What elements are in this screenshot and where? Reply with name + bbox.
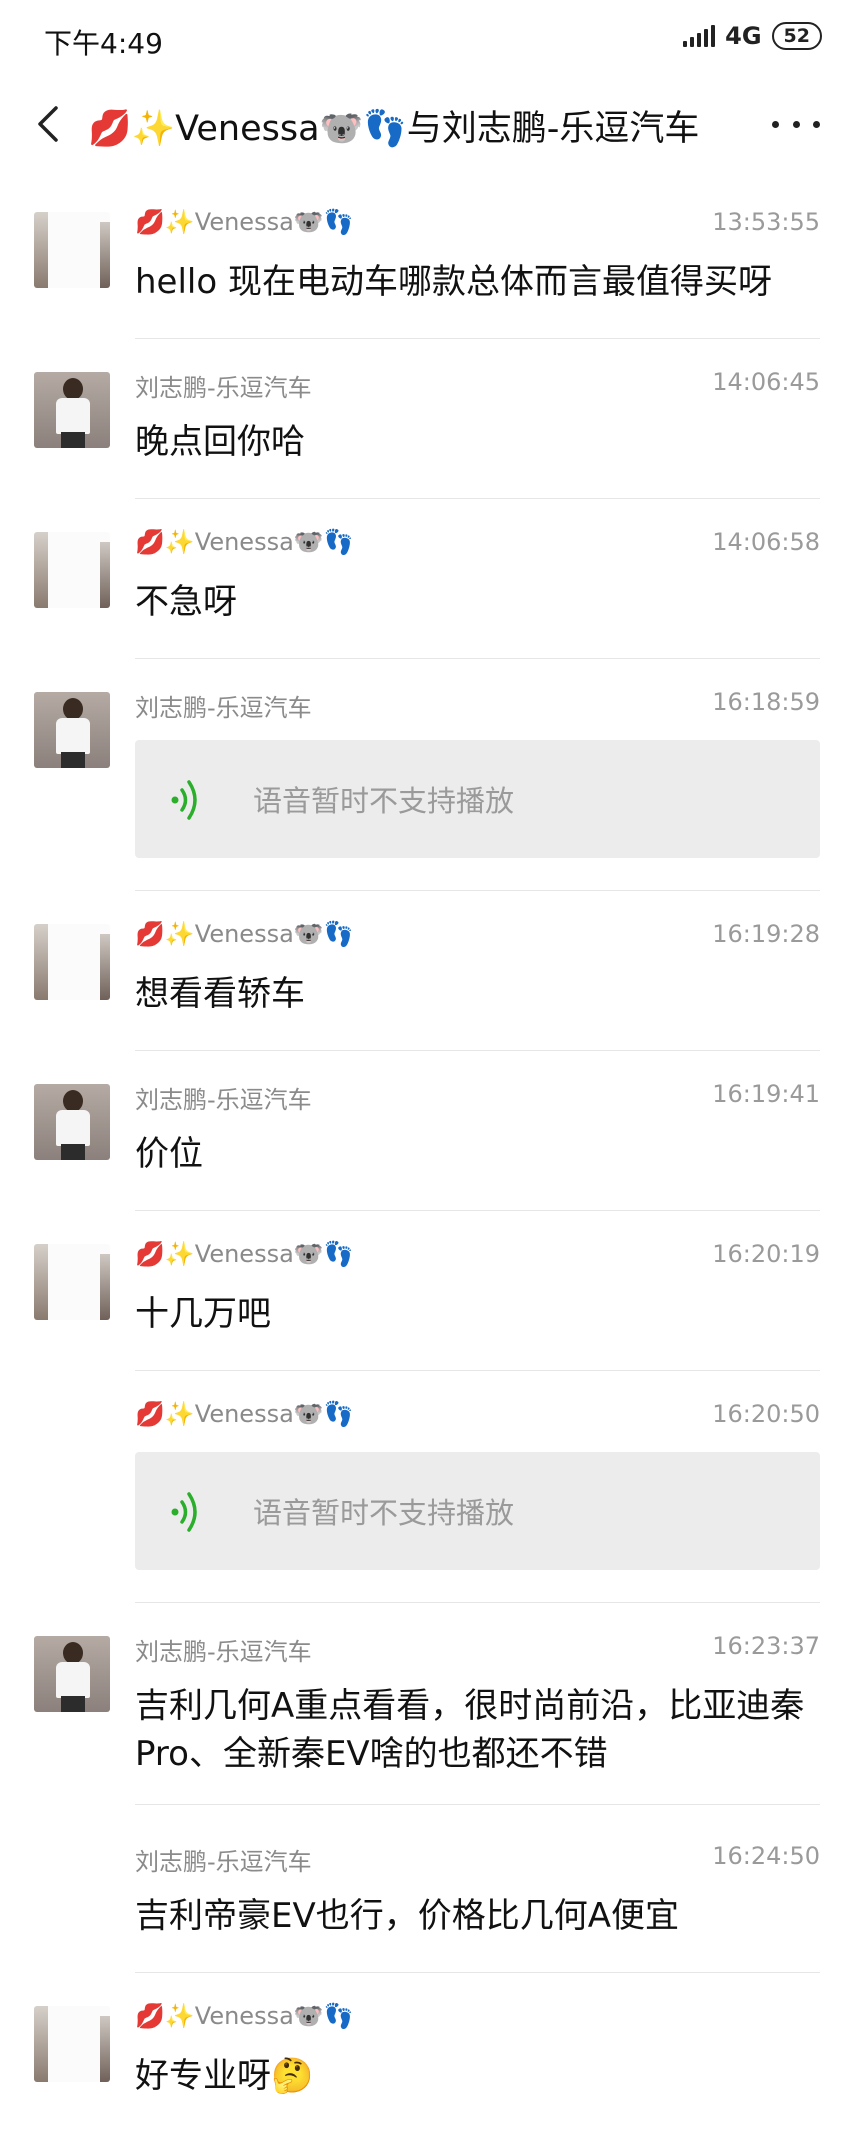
message-time: 16:18:59: [712, 688, 820, 716]
divider: [135, 890, 820, 891]
divider: [135, 1050, 820, 1051]
voice-message[interactable]: 语音暂时不支持播放: [135, 740, 820, 858]
voice-unsupported-label: 语音暂时不支持播放: [253, 1496, 515, 1530]
status-time: 下午4:49: [44, 27, 163, 60]
message-time: 16:19:41: [712, 1080, 820, 1108]
more-options-icon[interactable]: [772, 106, 820, 142]
message-text: 不急呀: [135, 582, 237, 622]
message-text: 十几万吧: [135, 1294, 271, 1334]
avatar[interactable]: [34, 212, 110, 288]
message-text: 价位: [135, 1134, 203, 1174]
divider: [135, 1602, 820, 1603]
divider: [135, 658, 820, 659]
divider: [135, 1972, 820, 1973]
voice-message[interactable]: 语音暂时不支持播放: [135, 1452, 820, 1570]
status-bar: 下午4:49 4G 52: [0, 0, 852, 80]
message-text: hello 现在电动车哪款总体而言最值得买呀: [135, 262, 772, 302]
signal-icon: [683, 25, 716, 47]
message-time: 16:20:19: [712, 1240, 820, 1268]
message-time: 16:19:28: [712, 920, 820, 948]
sender-name: 刘志鹏-乐逗汽车: [135, 694, 312, 722]
voice-unsupported-label: 语音暂时不支持播放: [253, 784, 515, 818]
sender-name: 💋✨Venessa🐨👣: [135, 1400, 354, 1428]
sender-name: 刘志鹏-乐逗汽车: [135, 1638, 312, 1666]
message-text: 晚点回你哈: [135, 422, 305, 462]
sender-name: 刘志鹏-乐逗汽车: [135, 374, 312, 402]
avatar[interactable]: [34, 692, 110, 768]
sender-name: 💋✨Venessa🐨👣: [135, 1240, 354, 1268]
avatar[interactable]: [34, 1636, 110, 1712]
back-arrow-icon[interactable]: [30, 102, 70, 146]
avatar[interactable]: [34, 1084, 110, 1160]
avatar[interactable]: [34, 532, 110, 608]
divider: [135, 1804, 820, 1805]
message-text: 好专业呀🤔: [135, 2056, 314, 2096]
avatar[interactable]: [34, 2006, 110, 2082]
status-indicators: 4G 52: [683, 22, 822, 50]
sender-name: 💋✨Venessa🐨👣: [135, 528, 354, 556]
sender-name: 刘志鹏-乐逗汽车: [135, 1086, 312, 1114]
message-time: 16:20:50: [712, 1400, 820, 1428]
voice-wave-icon: [171, 780, 197, 820]
message-text: 吉利帝豪EV也行，价格比几何A便宜: [135, 1896, 679, 1936]
message-time: 14:06:45: [712, 368, 820, 396]
chat-header: 💋✨Venessa🐨👣与刘志鹏-乐逗汽车: [0, 80, 852, 170]
battery-indicator: 52: [771, 22, 822, 50]
message-time: 16:23:37: [712, 1632, 820, 1660]
sender-name: 💋✨Venessa🐨👣: [135, 2002, 354, 2030]
network-label: 4G: [725, 22, 762, 50]
voice-wave-icon: [171, 1492, 197, 1532]
message-text: 想看看轿车: [135, 974, 305, 1014]
message-time: 14:06:58: [712, 528, 820, 556]
message-text: 吉利几何A重点看看，很时尚前沿，比亚迪秦Pro、全新秦EV啥的也都还不错: [135, 1686, 805, 1774]
avatar[interactable]: [34, 924, 110, 1000]
sender-name: 💋✨Venessa🐨👣: [135, 208, 354, 236]
divider: [135, 1370, 820, 1371]
chat-title: 💋✨Venessa🐨👣与刘志鹏-乐逗汽车: [88, 109, 700, 149]
avatar[interactable]: [34, 1244, 110, 1320]
sender-name: 刘志鹏-乐逗汽车: [135, 1848, 312, 1876]
avatar[interactable]: [34, 372, 110, 448]
divider: [135, 1210, 820, 1211]
message-time: 16:24:50: [712, 1842, 820, 1870]
divider: [135, 498, 820, 499]
divider: [135, 338, 820, 339]
message-time: 13:53:55: [712, 208, 820, 236]
sender-name: 💋✨Venessa🐨👣: [135, 920, 354, 948]
